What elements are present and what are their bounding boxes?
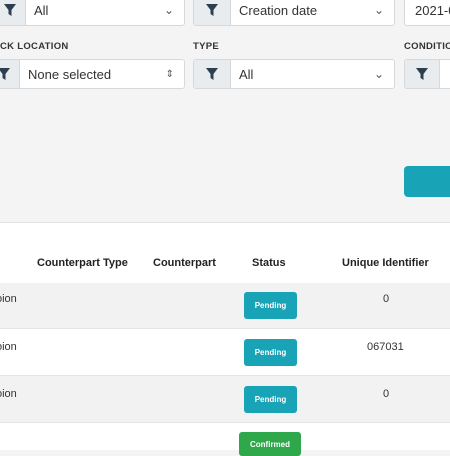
- table-header: Counterpart Type Counterpart Status Uniq…: [0, 222, 450, 284]
- chevron-down-icon: ⌄: [373, 67, 384, 81]
- date-from-input[interactable]: 2021-0: [404, 0, 450, 26]
- condition-select[interactable]: [404, 59, 450, 89]
- unique-identifier-cell: 0: [383, 293, 390, 305]
- column-header-counterpart-type[interactable]: Counterpart Type: [37, 257, 128, 269]
- chevron-down-icon: ⌄: [373, 3, 384, 17]
- table-row[interactable]: oion Pending 0: [0, 376, 450, 423]
- filter-icon: [405, 60, 440, 88]
- type-label: TYPE: [193, 41, 220, 52]
- filter-icon: [0, 0, 26, 25]
- stock-location-select[interactable]: None selected ⇕: [0, 59, 185, 89]
- unique-identifier-cell: 067031: [367, 341, 404, 353]
- status-badge: Pending: [244, 292, 297, 319]
- filter-icon: [0, 60, 20, 88]
- row-type-cell: oion: [0, 388, 17, 400]
- filter-all-select[interactable]: All ⌄: [0, 0, 185, 26]
- status-badge: Pending: [244, 386, 297, 413]
- type-select[interactable]: All ⌄: [193, 59, 395, 89]
- row-type-cell: oion: [0, 293, 17, 305]
- row-type-cell: oion: [0, 341, 17, 353]
- filter-value: All: [34, 2, 49, 18]
- filter-value: Creation date: [239, 2, 318, 18]
- chevron-down-icon: ⌄: [163, 3, 174, 17]
- sort-arrows-icon: ⇕: [165, 68, 174, 80]
- table-row[interactable]: oion Pending 067031: [0, 329, 450, 376]
- column-header-unique-identifier[interactable]: Unique Identifier: [342, 257, 429, 269]
- date-type-select[interactable]: Creation date ⌄: [193, 0, 395, 26]
- stock-location-label: CK LOCATION: [0, 41, 69, 52]
- filter-icon: [194, 60, 231, 88]
- column-header-status[interactable]: Status: [252, 257, 286, 269]
- filter-value: None selected: [28, 66, 112, 82]
- filter-icon: [194, 0, 231, 25]
- column-header-counterpart[interactable]: Counterpart: [153, 257, 216, 269]
- condition-label: CONDITIO: [404, 41, 450, 52]
- table-row[interactable]: Confirmed: [0, 423, 450, 456]
- unique-identifier-cell: 0: [383, 388, 390, 400]
- status-badge: Confirmed: [239, 432, 301, 456]
- filter-value: All: [239, 66, 254, 82]
- status-badge: Pending: [244, 339, 297, 366]
- date-value: 2021-0: [415, 2, 450, 18]
- apply-filters-button[interactable]: [404, 166, 450, 197]
- table-row[interactable]: oion Pending 0: [0, 283, 450, 329]
